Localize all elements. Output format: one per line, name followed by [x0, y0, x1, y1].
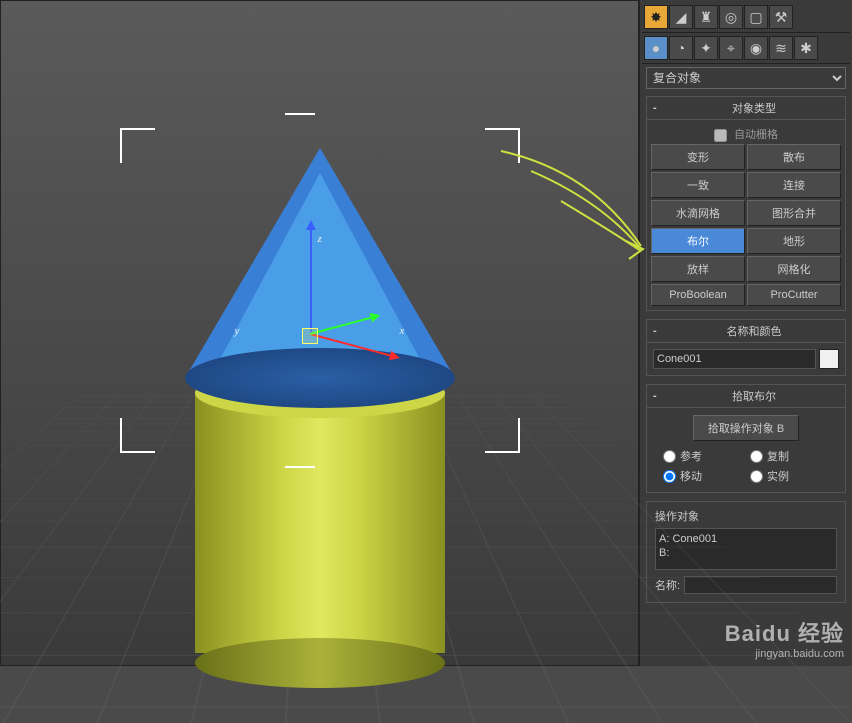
collapse-icon: -	[653, 102, 663, 114]
radio-move[interactable]: 移动	[663, 468, 742, 484]
auto-grid-checkbox	[714, 129, 727, 142]
utilities-tab[interactable]: ⚒	[769, 5, 793, 29]
create-categories: ● ◔ ✦ ⌖ ◉ ≋ ✱	[642, 33, 850, 64]
geometry-category[interactable]: ●	[644, 36, 668, 60]
collapse-icon: -	[653, 390, 663, 402]
rollout-title: 对象类型	[669, 100, 839, 116]
display-tab[interactable]: ▢	[744, 5, 768, 29]
objtype-一致[interactable]: 一致	[651, 172, 745, 198]
name-color-rollout: - 名称和颜色	[646, 319, 846, 376]
object-name-input[interactable]	[653, 349, 816, 369]
watermark: Baidu 经验 jingyan.baidu.com	[725, 616, 844, 660]
cone-object[interactable]	[185, 148, 455, 408]
objtype-proboolean[interactable]: ProBoolean	[651, 284, 745, 306]
viewport-3d[interactable]: z x y	[0, 0, 639, 666]
objtype-连接[interactable]: 连接	[747, 172, 841, 198]
radio-instance[interactable]: 实例	[750, 468, 829, 484]
collapse-icon: -	[653, 325, 663, 337]
rollout-header[interactable]: - 名称和颜色	[647, 320, 845, 343]
pick-operand-b-button[interactable]: 拾取操作对象 B	[693, 415, 799, 441]
rollout-header[interactable]: - 对象类型	[647, 97, 845, 120]
cameras-category[interactable]: ⌖	[719, 36, 743, 60]
panel-tabs-top: ✸ ◢ ♜ ◎ ▢ ⚒	[642, 2, 850, 33]
create-tab[interactable]: ✸	[644, 5, 668, 29]
axis-y-label: y	[235, 325, 240, 337]
objtype-地形[interactable]: 地形	[747, 228, 841, 254]
objtype-散布[interactable]: 散布	[747, 144, 841, 170]
pick-boolean-rollout: - 拾取布尔 拾取操作对象 B 参考 复制 移动 实例	[646, 384, 846, 493]
auto-grid-label: 自动栅格	[734, 129, 778, 141]
annotation-arrow	[471, 141, 651, 281]
cylinder-object[interactable]	[195, 393, 445, 683]
objtype-procutter[interactable]: ProCutter	[747, 284, 841, 306]
rollout-title: 拾取布尔	[669, 388, 839, 404]
axis-z-label: z	[318, 233, 322, 245]
systems-category[interactable]: ✱	[794, 36, 818, 60]
radio-copy[interactable]: 复制	[750, 448, 829, 464]
lights-category[interactable]: ✦	[694, 36, 718, 60]
objtype-变形[interactable]: 变形	[651, 144, 745, 170]
objtype-网格化[interactable]: 网格化	[747, 256, 841, 282]
color-swatch[interactable]	[819, 349, 839, 369]
axis-x-label: x	[400, 325, 405, 337]
spacewarps-category[interactable]: ≋	[769, 36, 793, 60]
geometry-type-dropdown[interactable]: 复合对象	[646, 67, 846, 89]
rollout-header[interactable]: - 拾取布尔	[647, 385, 845, 408]
objtype-放样[interactable]: 放样	[651, 256, 745, 282]
objtype-水滴网格[interactable]: 水滴网格	[651, 200, 745, 226]
rollout-title: 名称和颜色	[669, 323, 839, 339]
motion-tab[interactable]: ◎	[719, 5, 743, 29]
object-type-rollout: - 对象类型 自动栅格 变形散布一致连接水滴网格图形合并布尔地形放样网格化Pro…	[646, 96, 846, 311]
helpers-category[interactable]: ◉	[744, 36, 768, 60]
shapes-category[interactable]: ◔	[669, 36, 693, 60]
radio-reference[interactable]: 参考	[663, 448, 742, 464]
modify-tab[interactable]: ◢	[669, 5, 693, 29]
hierarchy-tab[interactable]: ♜	[694, 5, 718, 29]
objtype-布尔[interactable]: 布尔	[651, 228, 745, 254]
objtype-图形合并[interactable]: 图形合并	[747, 200, 841, 226]
